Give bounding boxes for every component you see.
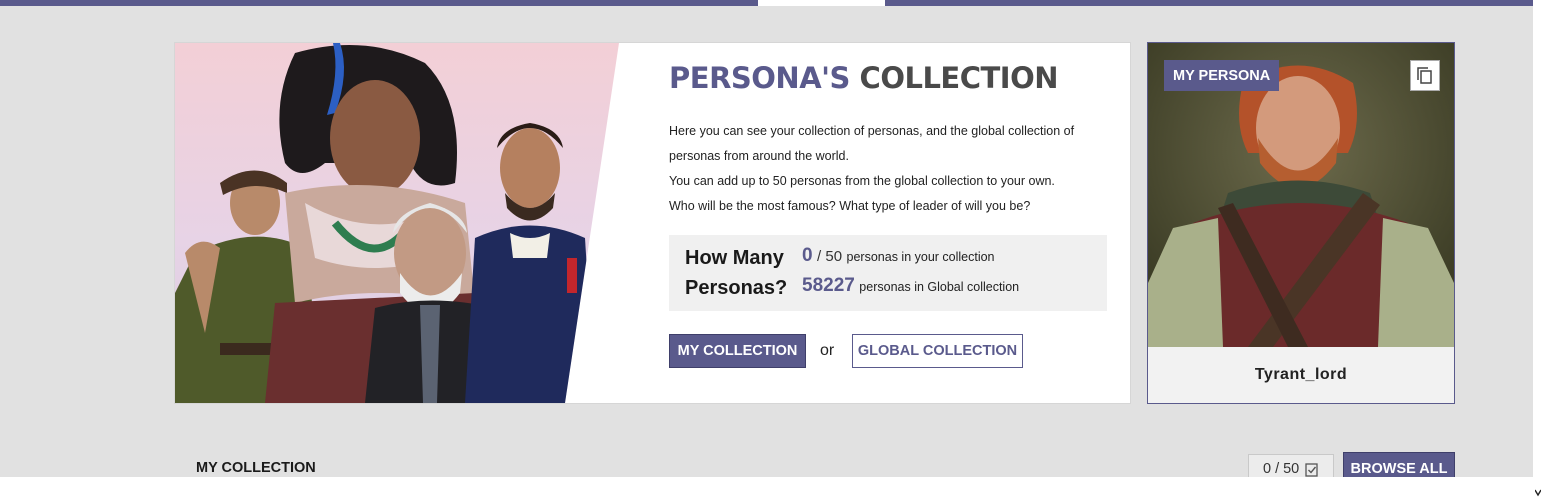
title-part-1: PERSONA'S — [669, 61, 850, 95]
counter-count: 0 — [1263, 461, 1272, 477]
description-line: Here you can see your collection of pers… — [669, 124, 1075, 138]
stats-label: How Many Personas? — [685, 243, 787, 303]
counter-separator: / — [1275, 461, 1280, 477]
my-collection-button[interactable]: MY COLLECTION — [669, 334, 806, 368]
copy-icon[interactable] — [1410, 60, 1440, 91]
global-collection-button[interactable]: GLOBAL COLLECTION — [852, 334, 1023, 368]
my-max: 50 — [825, 248, 843, 265]
browse-all-button[interactable]: BROWSE ALL — [1343, 452, 1455, 477]
collection-counter: 0 / 50 — [1248, 454, 1334, 477]
page-viewport: PERSONA'S COLLECTION Here you can see yo… — [0, 0, 1533, 477]
title-part-2: COLLECTION — [859, 61, 1059, 95]
scroll-down-icon[interactable] — [1535, 489, 1541, 497]
top-nav-bar — [0, 0, 1533, 6]
global-count: 58227 — [802, 275, 855, 296]
description-line: personas from around the world. — [669, 149, 849, 163]
or-separator: or — [820, 342, 835, 359]
persona-name: Tyrant_lord — [1254, 366, 1348, 383]
description-line: You can add up to 50 personas from the g… — [669, 174, 1055, 188]
checklist-icon — [1305, 462, 1318, 477]
my-persona-card[interactable]: MY PERSONA Tyrant_lord — [1147, 42, 1455, 404]
persona-stats-box: How Many Personas? 0 / 50 personas in yo… — [669, 235, 1107, 311]
collection-description: Here you can see your collection of pers… — [669, 119, 1109, 219]
page-title: PERSONA'S COLLECTION — [669, 61, 1059, 95]
stats-label-line-2: Personas? — [685, 277, 788, 299]
collection-banner: PERSONA'S COLLECTION Here you can see yo… — [174, 42, 1131, 404]
personas-group-illustration — [175, 43, 619, 403]
global-count-suffix: personas in Global collection — [859, 280, 1020, 294]
my-count-suffix: personas in your collection — [846, 250, 995, 264]
description-line: Who will be the most famous? What type o… — [669, 199, 1031, 213]
my-persona-badge: MY PERSONA — [1164, 60, 1280, 91]
stats-label-line-1: How Many — [685, 247, 784, 269]
my-collection-heading: MY COLLECTION — [196, 460, 316, 476]
my-collection-stat: 0 / 50 personas in your collection — [802, 245, 995, 267]
counter-max: 50 — [1283, 461, 1300, 477]
global-collection-stat: 58227 personas in Global collection — [802, 275, 1019, 297]
active-nav-indicator — [758, 0, 885, 6]
my-count: 0 — [802, 245, 813, 266]
